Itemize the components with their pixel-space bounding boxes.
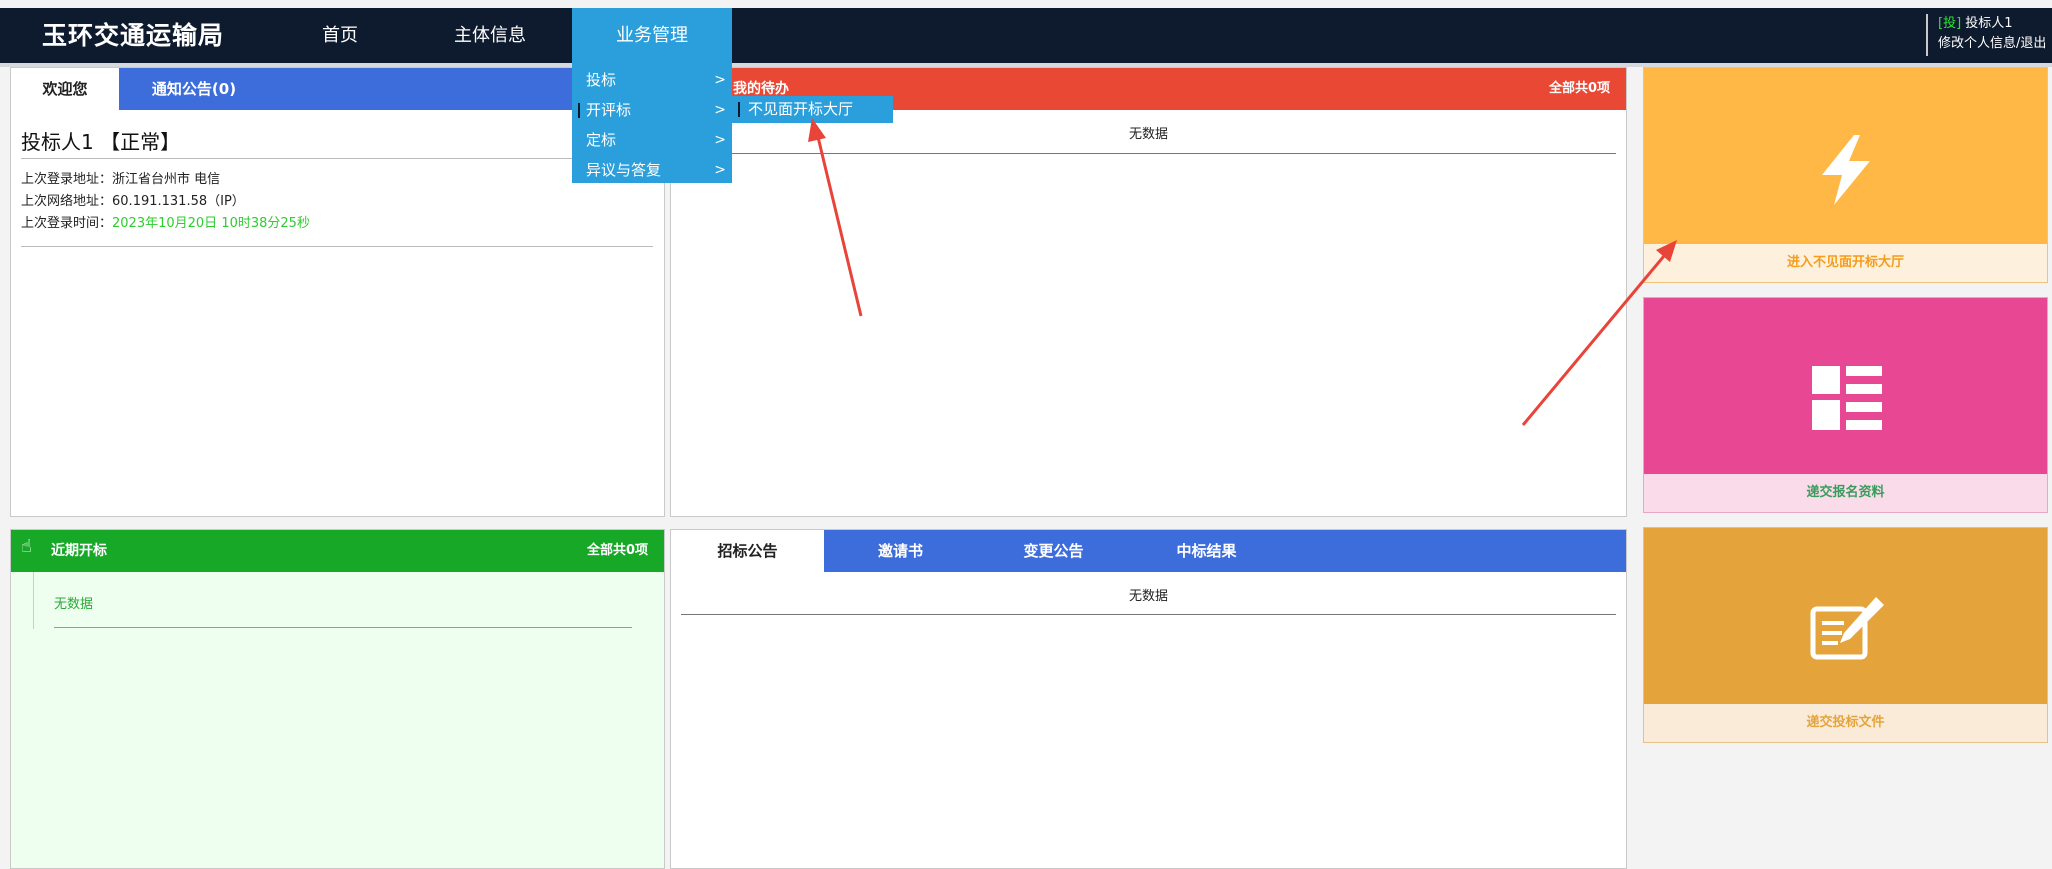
recent-bid-opening-panel: ☝ 近期开标 全部共0项 无数据 [10, 529, 665, 869]
user-info: [投] 投标人1 修改个人信息/退出 [1926, 14, 2052, 56]
recent-empty-message: 无数据 [54, 597, 94, 612]
card-submit-bid-document-body [1644, 528, 2047, 706]
card-bid-opening-hall-body [1644, 68, 2047, 246]
divider [681, 153, 1616, 154]
chevron-right-icon: > [714, 72, 726, 88]
lightning-icon [1822, 135, 1870, 205]
notice-tab-row: 招标公告 邀请书 变更公告 中标结果 [671, 530, 1626, 572]
ip-value: 60.191.131.58（IP） [112, 194, 245, 209]
login-info: 上次登录地址：浙江省台州市 电信 上次网络地址：60.191.131.58（IP… [21, 169, 310, 235]
menu-item-objection-reply[interactable]: 异议与答复 > [586, 155, 726, 185]
divider [21, 158, 653, 159]
welcome-panel: 欢迎您 通知公告(0) 投标人1 【正常】 上次登录地址：浙江省台州市 电信 上… [10, 67, 665, 517]
login-time-label: 上次登录时间： [21, 216, 113, 231]
tab-change-notice[interactable]: 变更公告 [977, 530, 1130, 572]
user-name: 投标人1 [1965, 16, 2013, 31]
user-status: 投标人1 【正常】 [21, 130, 181, 154]
todo-empty-message: 无数据 [1128, 127, 1168, 142]
todo-total-count[interactable]: 全部共0项 [1549, 68, 1610, 110]
user-profile-logout-link[interactable]: 修改个人信息/退出 [1938, 34, 2052, 54]
tab-notifications[interactable]: 通知公告(0) [119, 68, 269, 110]
menu-item-label: 定标 [586, 131, 617, 149]
submenu-remote-bid-opening-hall[interactable]: 不见面开标大厅 [732, 96, 893, 123]
active-indicator [578, 103, 580, 118]
menu-item-label: 开评标 [586, 101, 632, 119]
divider [681, 614, 1616, 615]
login-address-label: 上次登录地址： [21, 172, 113, 187]
tab-tender-notice[interactable]: 招标公告 [671, 530, 824, 572]
welcome-tab-row: 欢迎您 通知公告(0) [11, 68, 664, 110]
login-address-value: 浙江省台州市 电信 [112, 172, 221, 187]
tab-welcome[interactable]: 欢迎您 [11, 68, 119, 110]
hand-pointer-icon: ☝ [21, 536, 32, 557]
user-role-tag: [投] [1938, 16, 1962, 31]
business-management-dropdown: 投标 > 开评标 > 定标 > 异议与答复 > [572, 63, 732, 183]
card-submit-registration-label: 递交报名资料 [1644, 474, 2047, 512]
nav-home[interactable]: 首页 [290, 8, 390, 63]
divider [54, 627, 632, 628]
edit-document-icon [1810, 597, 1884, 660]
notice-empty-message: 无数据 [1128, 589, 1168, 604]
tab-award-result[interactable]: 中标结果 [1130, 530, 1283, 572]
card-submit-registration-body [1644, 298, 2047, 476]
menu-item-label: 投标 [586, 71, 617, 89]
todo-panel: 我的待办 全部共0项 无数据 [670, 67, 1627, 517]
chevron-right-icon: > [714, 132, 726, 148]
divider [21, 246, 653, 247]
site-logo: 玉环交通运输局 [42, 21, 225, 50]
nav-entity-info[interactable]: 主体信息 [438, 8, 542, 63]
recent-title: 近期开标 [51, 543, 107, 559]
card-submit-bid-document-label: 递交投标文件 [1644, 704, 2047, 742]
card-submit-bid-document[interactable]: 递交投标文件 [1643, 527, 2048, 743]
card-bid-opening-hall-label: 进入不见面开标大厅 [1644, 244, 2047, 282]
menu-item-award[interactable]: 定标 > [586, 125, 726, 155]
chevron-right-icon: > [714, 162, 726, 178]
tab-invitation[interactable]: 邀请书 [824, 530, 977, 572]
login-time-value: 2023年10月20日 10时38分25秒 [112, 216, 310, 231]
card-submit-registration[interactable]: 递交报名资料 [1643, 297, 2048, 513]
nav-business-management[interactable]: 业务管理 [572, 8, 732, 63]
list-grid-icon [1812, 366, 1882, 430]
menu-item-bid-opening-evaluation[interactable]: 开评标 > [578, 95, 726, 125]
ip-label: 上次网络地址： [21, 194, 113, 209]
recent-total-count[interactable]: 全部共0项 [587, 530, 648, 572]
card-bid-opening-hall[interactable]: 进入不见面开标大厅 [1643, 67, 2048, 283]
tender-notice-panel: 招标公告 邀请书 变更公告 中标结果 无数据 [670, 529, 1627, 869]
timeline-line [33, 572, 34, 629]
submenu-item-label: 不见面开标大厅 [748, 100, 854, 118]
chevron-right-icon: > [714, 102, 726, 118]
menu-item-bidding[interactable]: 投标 > [586, 65, 726, 95]
menu-item-label: 异议与答复 [586, 161, 662, 179]
recent-header: ☝ 近期开标 全部共0项 [11, 530, 664, 572]
active-indicator [738, 102, 740, 117]
